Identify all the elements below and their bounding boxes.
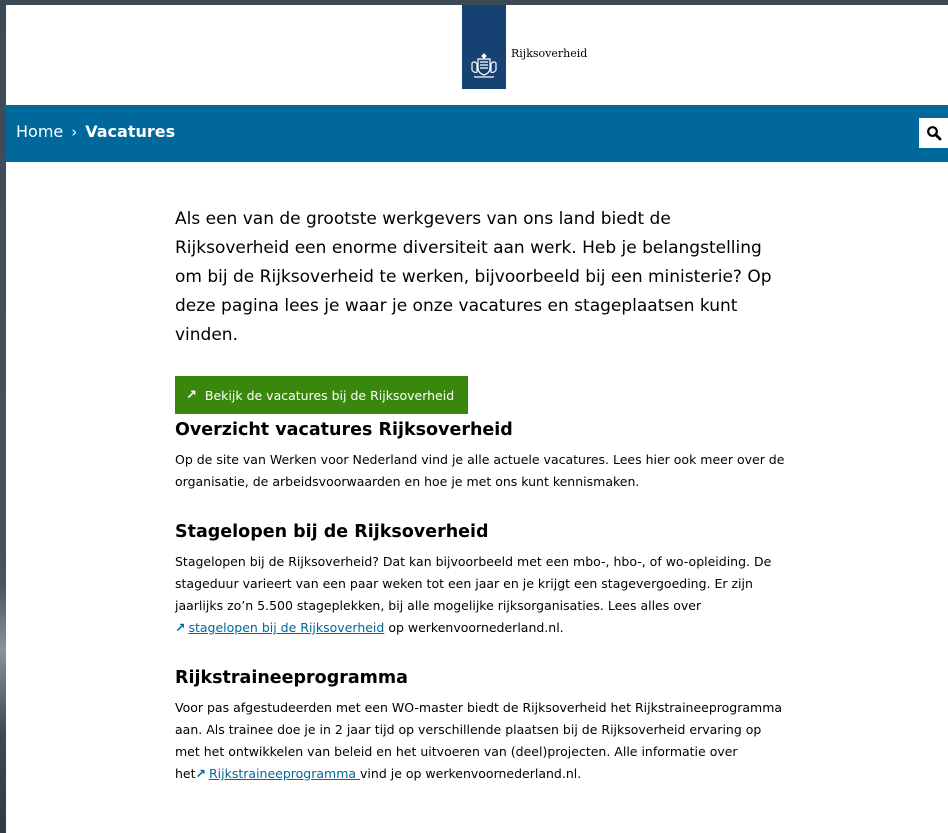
coat-of-arms-icon (471, 53, 497, 78)
rijksoverheid-logo[interactable] (462, 5, 506, 89)
breadcrumb-home-link[interactable]: Home (16, 122, 63, 141)
section-title: Overzicht vacatures Rijksoverheid (175, 420, 513, 440)
breadcrumb: Home › Vacatures (16, 122, 175, 141)
external-link-icon: ↗ (175, 620, 186, 635)
site-header: Rijksoverheid (6, 5, 948, 105)
section-body: Voor pas afgestudeerden met een WO-maste… (175, 697, 785, 785)
section-body-text: vind je op werkenvoornederland.nl. (360, 766, 582, 781)
internships-link[interactable]: stagelopen bij de Rijksoverheid (188, 620, 384, 635)
section-title: Rijkstraineeprogramma (175, 668, 408, 688)
section-body: Op de site van Werken voor Nederland vin… (175, 452, 785, 489)
external-arrow-icon: ↗ (186, 387, 197, 403)
search-icon (927, 126, 942, 141)
breadcrumb-separator: › (71, 122, 78, 141)
external-link-icon: ↗ (195, 766, 206, 781)
trainee-program-link[interactable]: Rijkstraineeprogramma (209, 766, 360, 781)
navigation-bar: Home › Vacatures (6, 105, 948, 162)
section-internships: Stagelopen bij de Rijksoverheid Stagelop… (175, 522, 785, 639)
browser-frame: Rijksoverheid Home › Vacatures Als een v… (0, 0, 948, 833)
page: Rijksoverheid Home › Vacatures Als een v… (6, 5, 948, 833)
view-vacancies-button[interactable]: ↗ Bekijk de vacatures bij de Rijksoverhe… (175, 376, 469, 414)
section-overview: Overzicht vacatures Rijksoverheid Op de … (175, 420, 785, 493)
breadcrumb-current: Vacatures (85, 122, 176, 141)
view-vacancies-label: Bekijk de vacatures bij de Rijksoverheid (204, 387, 455, 403)
section-title: Stagelopen bij de Rijksoverheid (175, 522, 489, 542)
section-body: Stagelopen bij de Rijksoverheid? Dat kan… (175, 551, 785, 639)
intro-text: Als een van de grootste werkgevers van o… (175, 209, 772, 345)
search-button[interactable] (919, 118, 948, 148)
section-body-text: Stagelopen bij de Rijksoverheid? Dat kan… (175, 554, 772, 613)
logo-text: Rijksoverheid (511, 47, 588, 60)
section-trainee: Rijkstraineeprogramma Voor pas afgestude… (175, 668, 785, 785)
section-body-text: op werkenvoornederland.nl. (384, 620, 564, 635)
main-content: Als een van de grootste werkgevers van o… (175, 205, 785, 785)
